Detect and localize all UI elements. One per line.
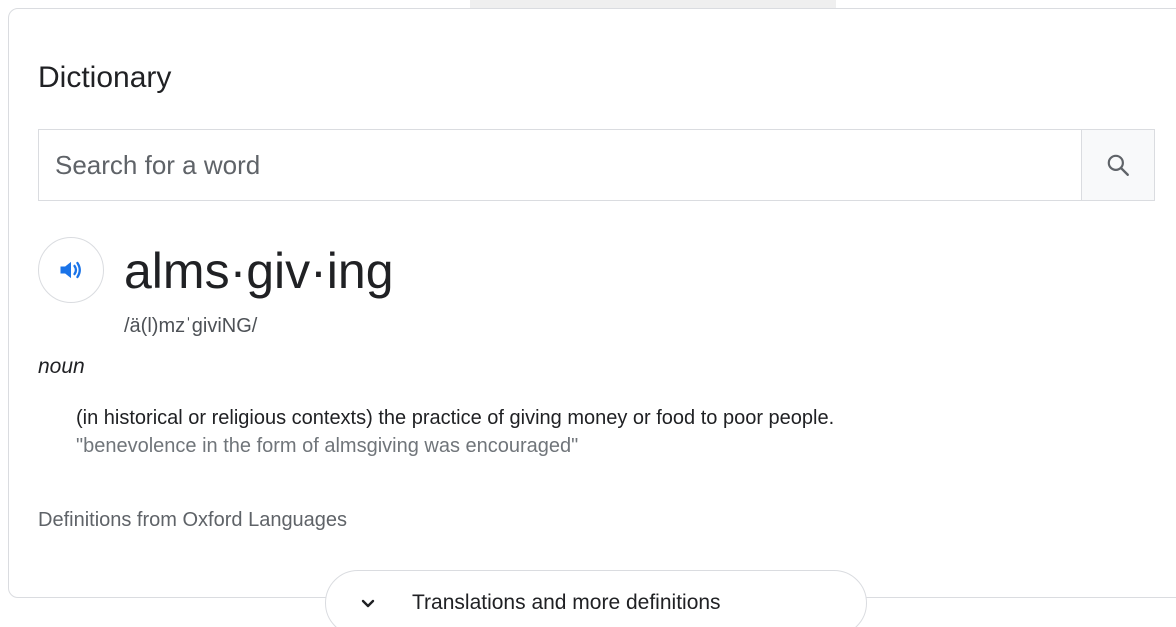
page: Dictionary alms·giv·ing /ä(l)mzˈɡiviNG/ … [0, 0, 1176, 627]
definition-text: (in historical or religious contexts) th… [76, 407, 835, 429]
speaker-icon [60, 261, 81, 279]
search-icon [1107, 154, 1129, 176]
definitions-source: Definitions from Oxford Languages [38, 509, 348, 531]
search-input[interactable] [39, 130, 1082, 200]
headword: alms·giv·ing [124, 243, 394, 299]
pronunciation-text: /ä(l)mzˈɡiviNG/ [124, 315, 258, 337]
dictionary-title: Dictionary [38, 61, 172, 94]
part-of-speech: noun [38, 355, 85, 378]
example-sentence: "benevolence in the form of almsgiving w… [76, 435, 579, 457]
translations-more-label: Translations and more definitions [412, 591, 721, 614]
pronunciation-audio-button[interactable] [38, 237, 104, 303]
search-button[interactable] [1081, 130, 1154, 200]
search-box [38, 129, 1155, 201]
chevron-down-icon [361, 599, 375, 608]
translations-more-button[interactable]: Translations and more definitions [325, 570, 867, 627]
